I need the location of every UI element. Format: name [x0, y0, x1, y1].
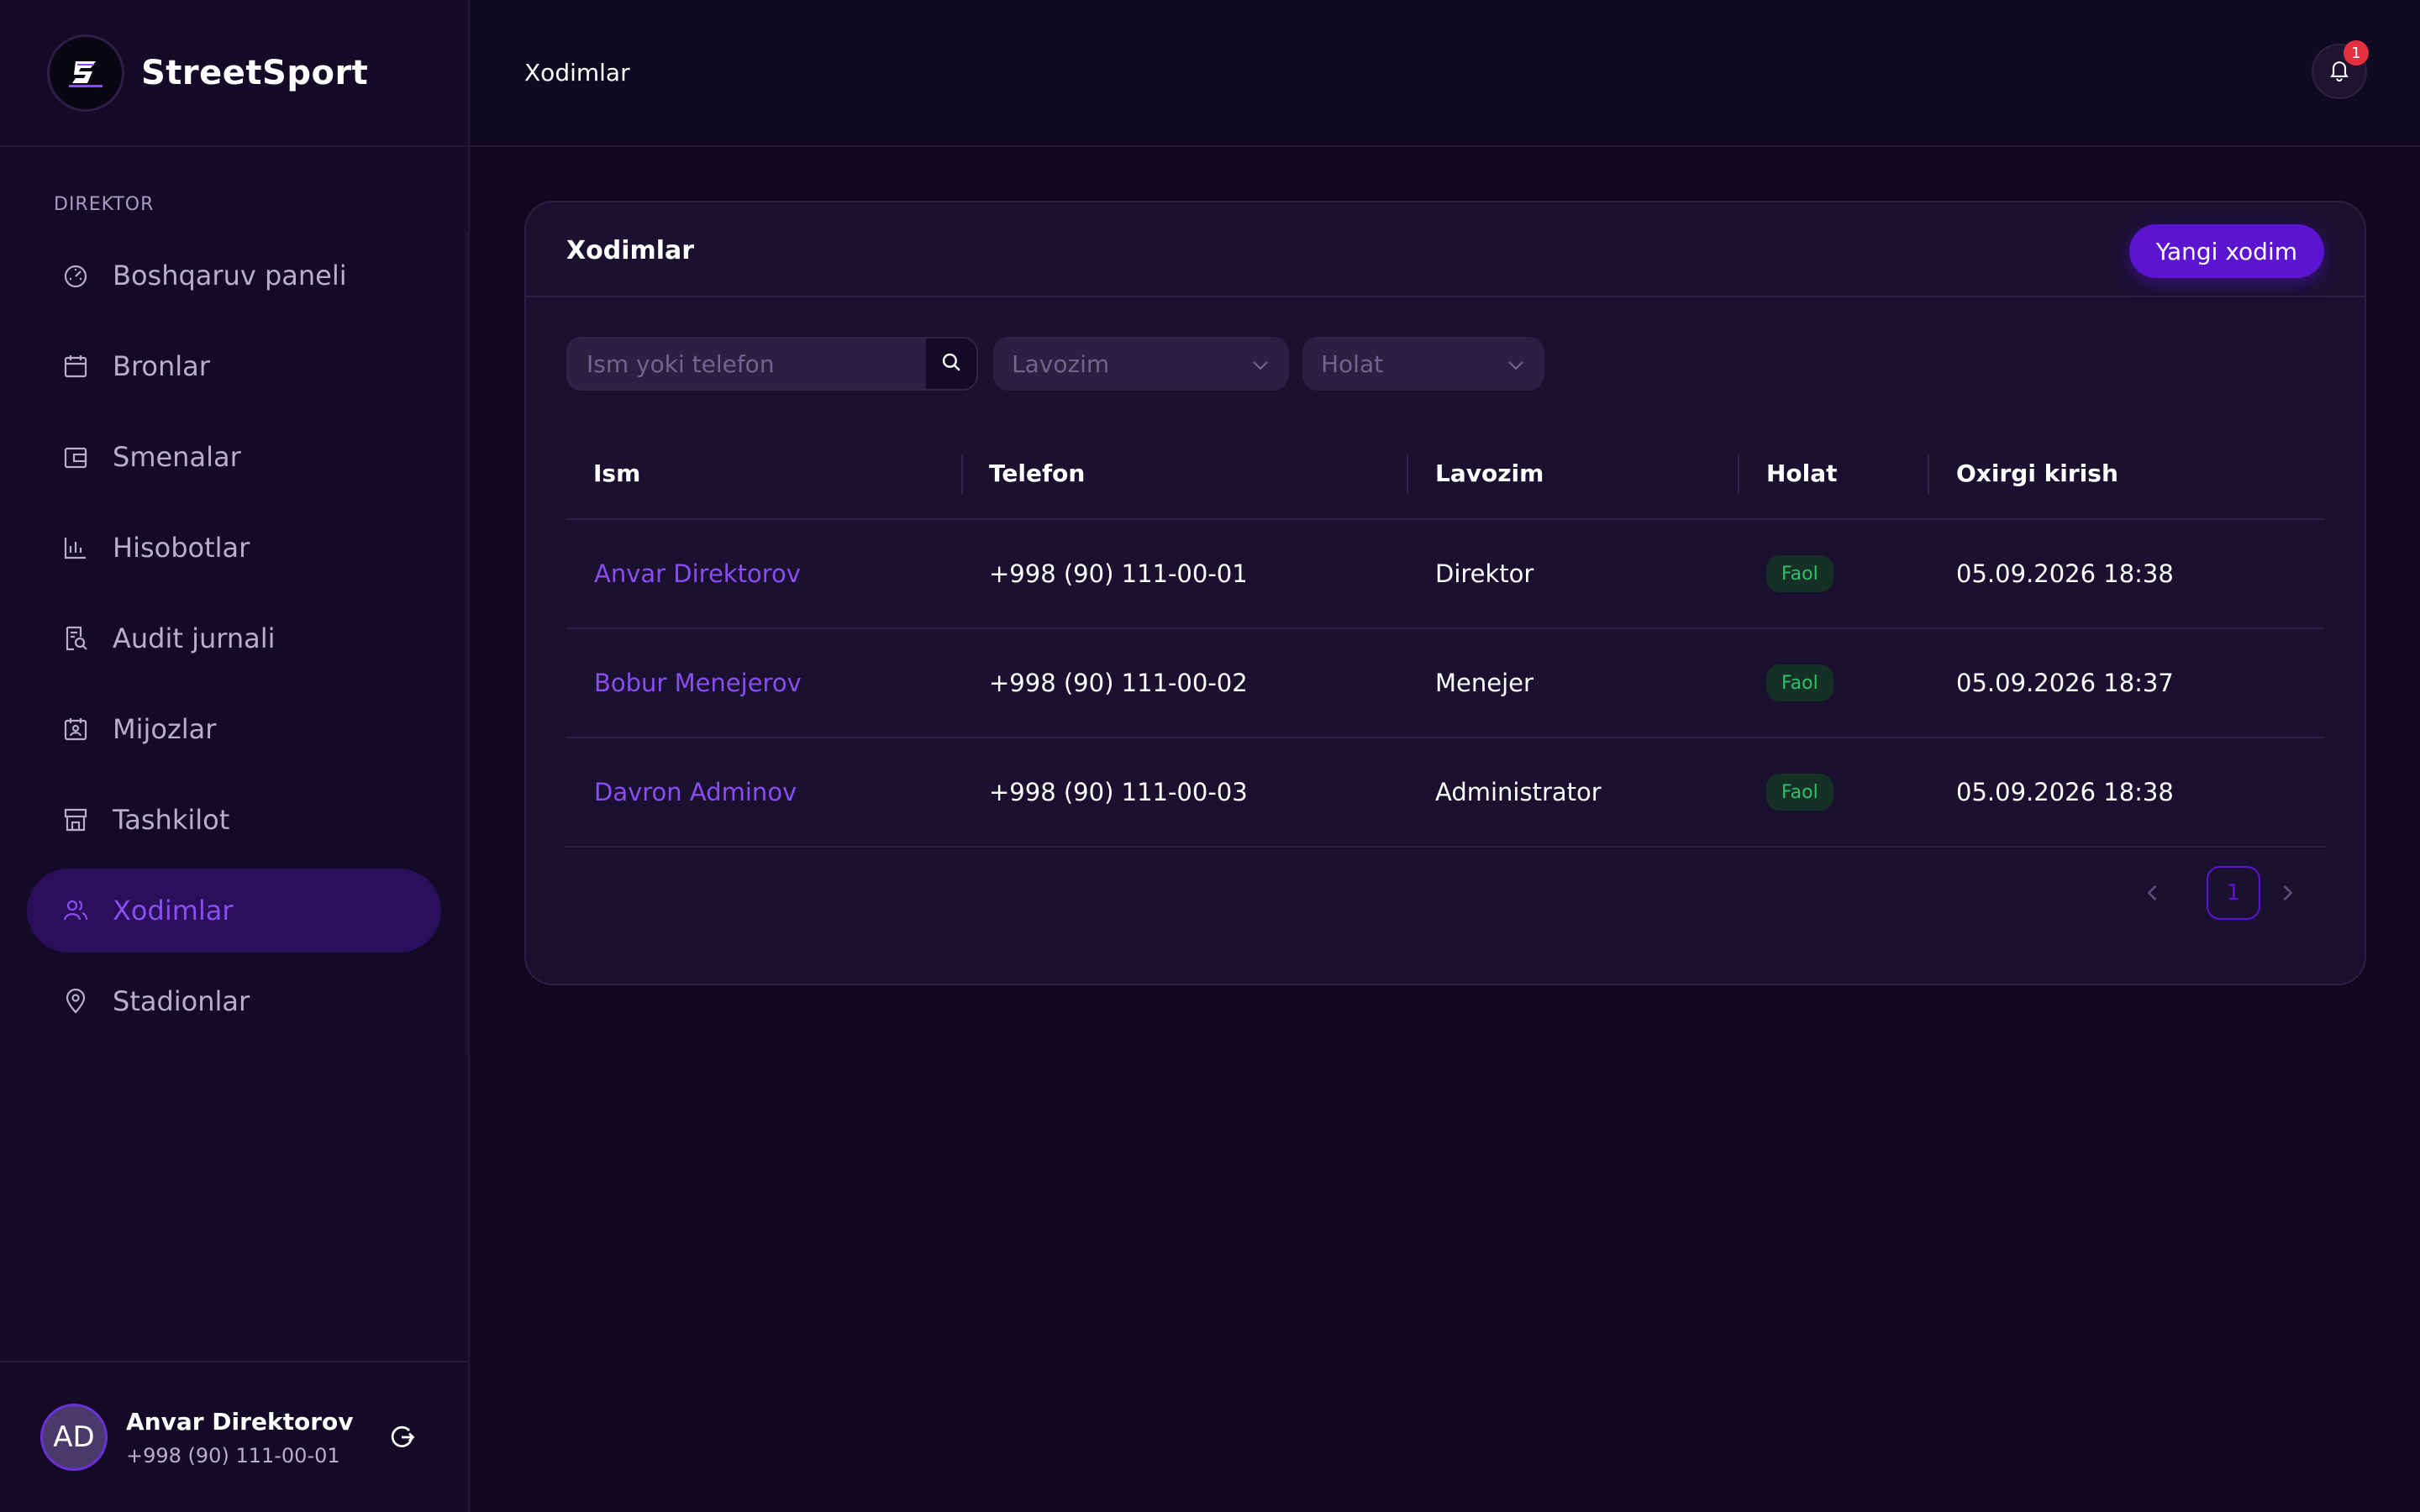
user-card: AD Anvar Direktorov +998 (90) 111-00-01: [0, 1361, 468, 1512]
users-icon: [62, 897, 89, 924]
table-row[interactable]: Davron Adminov +998 (90) 111-00-03 Admin…: [566, 738, 2324, 848]
role-label: DIREKTOR: [54, 194, 155, 215]
column-header-phone[interactable]: Telefon: [989, 459, 1085, 487]
sidebar-item-label: Audit jurnali: [113, 622, 276, 654]
status-badge: Faol: [1766, 774, 1833, 811]
search-icon: [940, 351, 962, 376]
role-select-value: Lavozim: [1012, 349, 1110, 378]
status-badge: Faol: [1766, 555, 1833, 592]
employee-name-link[interactable]: Bobur Menejerov: [594, 669, 802, 697]
employee-phone: +998 (90) 111-00-01: [989, 559, 1248, 588]
employee-role: Direktor: [1435, 559, 1534, 588]
chart-icon: [62, 534, 89, 561]
top-header: Xodimlar 1: [470, 0, 2420, 147]
employee-last-login: 05.09.2026 18:37: [1956, 669, 2174, 697]
user-name: Anvar Direktorov: [126, 1407, 354, 1436]
column-divider[interactable]: [1407, 454, 1408, 495]
pagination: 1: [526, 866, 2365, 920]
app-logo[interactable]: [47, 34, 124, 112]
status-select-value: Holat: [1321, 349, 1384, 378]
audit-icon: [62, 625, 89, 652]
column-divider[interactable]: [1928, 454, 1929, 495]
logout-icon[interactable]: [387, 1422, 417, 1452]
column-header-role[interactable]: Lavozim: [1435, 459, 1544, 487]
sidebar-item-label: Bronlar: [113, 350, 210, 382]
search-button[interactable]: [926, 339, 976, 389]
sidebar-nav: Boshqaruv paneli Bronlar Smenalar Hisobo…: [0, 234, 468, 1043]
app-name: StreetSport: [141, 53, 369, 92]
column-divider[interactable]: [1738, 454, 1739, 495]
employee-phone: +998 (90) 111-00-02: [989, 669, 1248, 697]
sidebar-item-label: Mijozlar: [113, 713, 217, 745]
dashboard-icon: [62, 262, 89, 289]
employee-name-link[interactable]: Anvar Direktorov: [594, 559, 801, 588]
sidebar-item-label: Tashkilot: [113, 804, 230, 836]
sidebar-item-label: Smenalar: [113, 441, 241, 473]
column-header-status[interactable]: Holat: [1766, 459, 1838, 487]
contacts-icon: [62, 716, 89, 743]
sidebar-item-label: Boshqaruv paneli: [113, 260, 347, 291]
new-employee-button[interactable]: Yangi xodim: [2128, 224, 2324, 278]
column-header-last-login[interactable]: Oxirgi kirish: [1956, 459, 2118, 487]
card-header: Xodimlar Yangi xodim: [526, 202, 2365, 297]
sidebar-item-boshqaruv-paneli[interactable]: Boshqaruv paneli: [27, 234, 441, 318]
calendar-icon: [62, 353, 89, 380]
next-page-icon[interactable]: [2275, 881, 2299, 905]
avatar[interactable]: AD: [40, 1404, 108, 1471]
employee-name-link[interactable]: Davron Adminov: [594, 778, 797, 806]
card-title: Xodimlar: [566, 236, 695, 265]
sidebar-item-tashkilot[interactable]: Tashkilot: [27, 778, 441, 862]
store-icon: [62, 806, 89, 833]
employee-phone: +998 (90) 111-00-03: [989, 778, 1248, 806]
employee-role: Administrator: [1435, 778, 1602, 806]
sidebar-scrollbar[interactable]: [465, 231, 468, 1054]
employee-last-login: 05.09.2026 18:38: [1956, 778, 2174, 806]
table-row[interactable]: Anvar Direktorov +998 (90) 111-00-01 Dir…: [566, 520, 2324, 629]
sidebar-item-hisobotlar[interactable]: Hisobotlar: [27, 506, 441, 590]
page-title: Xodimlar: [524, 59, 630, 87]
notification-badge: 1: [2344, 40, 2369, 66]
user-phone: +998 (90) 111-00-01: [126, 1443, 340, 1467]
sidebar-item-label: Hisobotlar: [113, 532, 250, 564]
employees-card: Xodimlar Yangi xodim Lavozim Holat: [524, 201, 2366, 985]
chevron-down-icon: [1506, 354, 1526, 381]
table-header: Ism Telefon Lavozim Holat Oxirgi kirish: [566, 429, 2324, 520]
search-input[interactable]: [568, 339, 929, 389]
employee-role: Menejer: [1435, 669, 1534, 697]
prev-page-icon[interactable]: [2141, 881, 2165, 905]
search-box: [566, 337, 978, 391]
wallet-icon: [62, 444, 89, 470]
sidebar-item-label: Xodimlar: [113, 895, 234, 927]
sidebar-item-mijozlar[interactable]: Mijozlar: [27, 687, 441, 771]
column-divider[interactable]: [961, 454, 963, 495]
role-select[interactable]: Lavozim: [993, 337, 1289, 391]
sidebar: StreetSport DIREKTOR Boshqaruv paneli Br…: [0, 0, 470, 1512]
sidebar-item-label: Stadionlar: [113, 985, 250, 1017]
sidebar-item-xodimlar[interactable]: Xodimlar: [27, 869, 441, 953]
sidebar-item-bronlar[interactable]: Bronlar: [27, 324, 441, 408]
brand: StreetSport: [0, 0, 468, 147]
location-pin-icon: [62, 988, 89, 1015]
employees-table: Ism Telefon Lavozim Holat Oxirgi kirish …: [566, 429, 2324, 848]
chevron-down-icon: [1250, 354, 1270, 381]
sidebar-item-smenalar[interactable]: Smenalar: [27, 415, 441, 499]
table-row[interactable]: Bobur Menejerov +998 (90) 111-00-02 Mene…: [566, 629, 2324, 738]
sidebar-item-stadionlar[interactable]: Stadionlar: [27, 959, 441, 1043]
status-select[interactable]: Holat: [1302, 337, 1544, 391]
employee-last-login: 05.09.2026 18:38: [1956, 559, 2174, 588]
status-badge: Faol: [1766, 664, 1833, 701]
sidebar-item-audit-jurnali[interactable]: Audit jurnali: [27, 596, 441, 680]
page-1-button[interactable]: 1: [2207, 866, 2260, 920]
column-header-name[interactable]: Ism: [593, 459, 640, 487]
